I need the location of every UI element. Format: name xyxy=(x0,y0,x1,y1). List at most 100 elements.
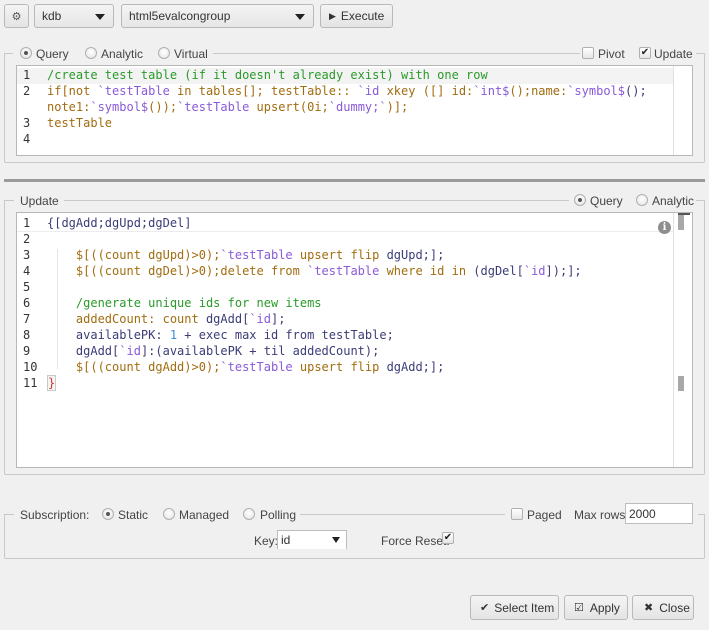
code-token: dgAdd[ xyxy=(205,312,250,326)
subscription-managed-radio[interactable] xyxy=(163,508,175,520)
code-token: addedCount: count xyxy=(47,312,206,326)
code-token: ]);]; xyxy=(545,264,582,278)
execute-button[interactable]: ▶ Execute xyxy=(320,4,393,28)
query-mode-query-radio[interactable] xyxy=(20,47,32,59)
code-token: note1: xyxy=(47,100,91,114)
group-select[interactable]: html5evalcongroup xyxy=(121,4,314,28)
subscription-panel-top-border-mid xyxy=(300,514,505,515)
code-line: $[((count dgUpd)>0);`testTable upsert fl… xyxy=(47,248,444,262)
code-token: `dummy;` xyxy=(328,100,387,114)
code-line: if[not `testTable in tables[]; testTable… xyxy=(47,84,647,98)
code-token: )]; xyxy=(386,100,409,114)
code-token: availablePK: xyxy=(47,328,170,342)
paged-checkbox[interactable] xyxy=(511,508,523,520)
max-rows-input[interactable]: 2000 xyxy=(625,503,693,524)
pivot-checkbox[interactable] xyxy=(582,47,594,59)
update-mode-query-radio[interactable] xyxy=(574,194,586,206)
code-token: {[dgAdd;dgUpd;dgDel] xyxy=(47,216,192,230)
code-line: addedCount: count dgAdd[`id]; xyxy=(47,312,286,326)
code-token: (); xyxy=(625,84,647,98)
key-label: Key: xyxy=(254,534,279,548)
code-token: xkey ([] id: xyxy=(379,84,474,98)
subscription-static-radio[interactable] xyxy=(102,508,114,520)
query-panel-top-border-left xyxy=(4,53,13,54)
code-token: dgUpd;]; xyxy=(386,248,445,262)
query-editor[interactable]: 1 2 3 4 /create test table (if it doesn't a… xyxy=(16,65,693,156)
chevron-down-icon xyxy=(95,14,105,20)
code-token: `id xyxy=(523,264,546,278)
scrollbar-thumb-top[interactable] xyxy=(678,215,684,230)
code-token: `testTable xyxy=(220,360,293,374)
code-token: 1 xyxy=(169,328,178,342)
code-token: $[((count dgUpd)>0); xyxy=(47,248,221,262)
query-mode-virtual-radio[interactable] xyxy=(158,47,170,59)
update-checkbox[interactable]: ✔ xyxy=(639,47,651,59)
panel-splitter[interactable] xyxy=(4,179,705,182)
query-mode-query-label: Query xyxy=(36,47,69,61)
code-token: `id xyxy=(249,312,271,326)
line-number: 1 xyxy=(23,68,31,82)
close-icon: ✖ xyxy=(644,602,654,614)
subscription-static-label: Static xyxy=(118,508,149,522)
query-panel-top-border-mid xyxy=(213,53,580,54)
select-item-button[interactable]: ✔ Select Item xyxy=(470,595,559,620)
code-line: $[((count dgAdd)>0);`testTable upsert fl… xyxy=(47,360,444,374)
info-icon[interactable]: i xyxy=(658,221,671,234)
chevron-down-icon xyxy=(332,537,340,543)
gears-icon: ⚙ xyxy=(11,10,22,23)
subscription-label: Subscription: xyxy=(20,508,90,522)
key-select[interactable]: id xyxy=(277,530,347,549)
code-token: } xyxy=(47,375,57,391)
code-token: dgAdd;]; xyxy=(386,360,445,374)
close-button[interactable]: ✖ Close xyxy=(632,595,694,620)
subscription-panel-top-border-right xyxy=(698,514,705,515)
pivot-label: Pivot xyxy=(598,47,625,61)
code-line: availablePK: 1 + exec max id from testTa… xyxy=(47,328,394,342)
scrollbar-thumb[interactable] xyxy=(678,376,684,391)
line-number: 9 xyxy=(23,344,31,358)
code-token: in tables[]; testTable:: xyxy=(169,84,358,98)
query-mode-analytic-radio[interactable] xyxy=(85,47,97,59)
code-token: /generate unique ids for new items xyxy=(47,296,322,310)
apply-label: Apply xyxy=(589,600,620,615)
query-mode-virtual-label: Virtual xyxy=(174,47,208,61)
paged-label: Paged xyxy=(527,508,562,522)
line-number: 6 xyxy=(23,296,31,310)
line-number: 5 xyxy=(23,280,31,294)
update-mode-analytic-radio[interactable] xyxy=(636,194,648,206)
line-number: 1 xyxy=(23,216,31,230)
source-select-value: kdb xyxy=(42,9,62,23)
code-token: upsert flip xyxy=(292,248,387,262)
subscription-panel-top-border-left xyxy=(4,514,14,515)
check-square-icon: ☑ xyxy=(574,602,584,614)
group-select-value: html5evalcongroup xyxy=(129,9,231,23)
settings-button[interactable]: ⚙ xyxy=(4,4,29,28)
update-editor[interactable]: 1 2 3 4 5 6 7 8 9 10 11 {[dgAdd;dgUpd;dgDel] $[((c… xyxy=(16,212,693,468)
line-number: 11 xyxy=(23,376,38,390)
line-number: 3 xyxy=(23,116,31,130)
subscription-polling-radio[interactable] xyxy=(243,508,255,520)
code-line: $[((count dgDel)>0);delete from `testTab… xyxy=(47,264,582,278)
source-select[interactable]: kdb xyxy=(34,4,114,28)
line-number: 3 xyxy=(23,248,31,262)
query-mode-analytic-label: Analytic xyxy=(101,47,144,61)
code-token: $[((count dgAdd)>0); xyxy=(47,360,221,374)
code-line: dgAdd[`id]:(availablePK + til addedCount… xyxy=(47,344,379,358)
update-label: Update xyxy=(654,47,693,61)
code-token: (dgDel[ xyxy=(473,264,524,278)
force-reset-checkbox[interactable]: ✔ xyxy=(442,532,454,544)
update-mode-query-label: Query xyxy=(590,194,623,208)
code-token: `testTable xyxy=(307,264,380,278)
code-token: `testTable xyxy=(220,248,293,262)
max-rows-value: 2000 xyxy=(629,506,656,521)
chevron-down-icon xyxy=(295,14,305,20)
code-token: ()); xyxy=(148,100,178,114)
close-label: Close xyxy=(659,600,690,615)
update-editor-scrollbar[interactable] xyxy=(673,213,692,467)
query-editor-scrollbar[interactable] xyxy=(673,66,692,155)
apply-button[interactable]: ☑ Apply xyxy=(564,595,628,620)
code-line: testTable xyxy=(47,116,112,130)
code-line: /generate unique ids for new items xyxy=(47,296,322,310)
code-token: `symbol$ xyxy=(90,100,149,114)
update-mode-analytic-label: Analytic xyxy=(652,194,695,208)
